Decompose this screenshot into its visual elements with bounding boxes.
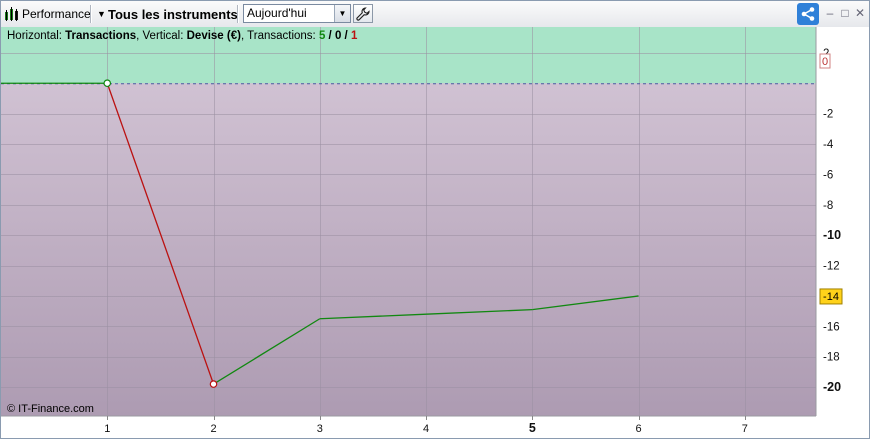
toolbar-separator bbox=[90, 5, 92, 23]
y-tick-label: -12 bbox=[823, 261, 840, 273]
period-select[interactable]: Aujourd'hui ▼ bbox=[243, 4, 351, 23]
y-tick-label: -10 bbox=[823, 228, 841, 242]
y-tick-label: -16 bbox=[823, 321, 840, 333]
losers-count: 1 bbox=[351, 30, 358, 42]
chart-info-line: Horizontal: Transactions, Vertical: Devi… bbox=[7, 30, 358, 42]
x-tick-label: 5 bbox=[529, 421, 536, 435]
horizontal-value: Transactions bbox=[65, 30, 136, 42]
platform-window: Performance ▼ Tous les instruments Aujou… bbox=[0, 0, 870, 439]
performance-chart: 2-2-4-6-8-10-12-14-16-18-20 1234567 Hori… bbox=[1, 27, 869, 438]
copyright-text: © IT-Finance.com bbox=[7, 403, 94, 415]
maximize-icon[interactable]: □ bbox=[838, 5, 852, 21]
y-tick-label: -2 bbox=[823, 109, 833, 121]
period-value: Aujourd'hui bbox=[247, 6, 307, 20]
instruments-label: Tous les instruments bbox=[108, 6, 238, 22]
x-tick-label: 2 bbox=[210, 423, 216, 435]
close-icon[interactable]: ✕ bbox=[853, 5, 867, 21]
x-tick-label: 1 bbox=[104, 423, 110, 435]
chevron-down-icon[interactable]: ▼ bbox=[334, 5, 350, 22]
x-tick-label: 3 bbox=[317, 423, 323, 435]
vertical-prefix: , Vertical: bbox=[136, 30, 187, 42]
toolbar-separator bbox=[237, 5, 239, 23]
x-axis-area bbox=[1, 416, 869, 438]
last-value-label: -14 bbox=[823, 291, 839, 303]
curve-point-marker bbox=[103, 79, 112, 88]
minimize-icon[interactable]: – bbox=[823, 5, 837, 21]
count-separator: / bbox=[341, 30, 351, 42]
wrench-icon bbox=[356, 6, 370, 21]
curve-point-marker bbox=[209, 380, 218, 388]
zero-marker-label: 0 bbox=[822, 56, 828, 68]
performance-icon[interactable] bbox=[4, 4, 20, 24]
share-icon bbox=[801, 7, 815, 21]
x-tick-label: 6 bbox=[635, 423, 641, 435]
y-tick-label: -18 bbox=[823, 352, 840, 364]
performance-label[interactable]: Performance bbox=[22, 4, 91, 24]
transactions-prefix: , Transactions: bbox=[241, 30, 319, 42]
instruments-dropdown[interactable]: ▼ Tous les instruments bbox=[97, 4, 238, 24]
y-tick-label: -4 bbox=[823, 139, 834, 151]
y-tick-label: -20 bbox=[823, 380, 841, 394]
x-tick-label: 4 bbox=[423, 423, 429, 435]
x-tick-label: 7 bbox=[742, 423, 748, 435]
y-tick-label: -8 bbox=[823, 200, 833, 212]
horizontal-prefix: Horizontal: bbox=[7, 30, 65, 42]
y-tick-label: -6 bbox=[823, 169, 833, 181]
settings-button[interactable] bbox=[353, 4, 373, 23]
count-separator: / bbox=[325, 30, 335, 42]
share-button[interactable] bbox=[797, 3, 819, 25]
toolbar: Performance ▼ Tous les instruments Aujou… bbox=[1, 1, 869, 28]
vertical-value: Devise (€) bbox=[187, 30, 242, 42]
dropdown-arrow-icon: ▼ bbox=[97, 9, 106, 19]
